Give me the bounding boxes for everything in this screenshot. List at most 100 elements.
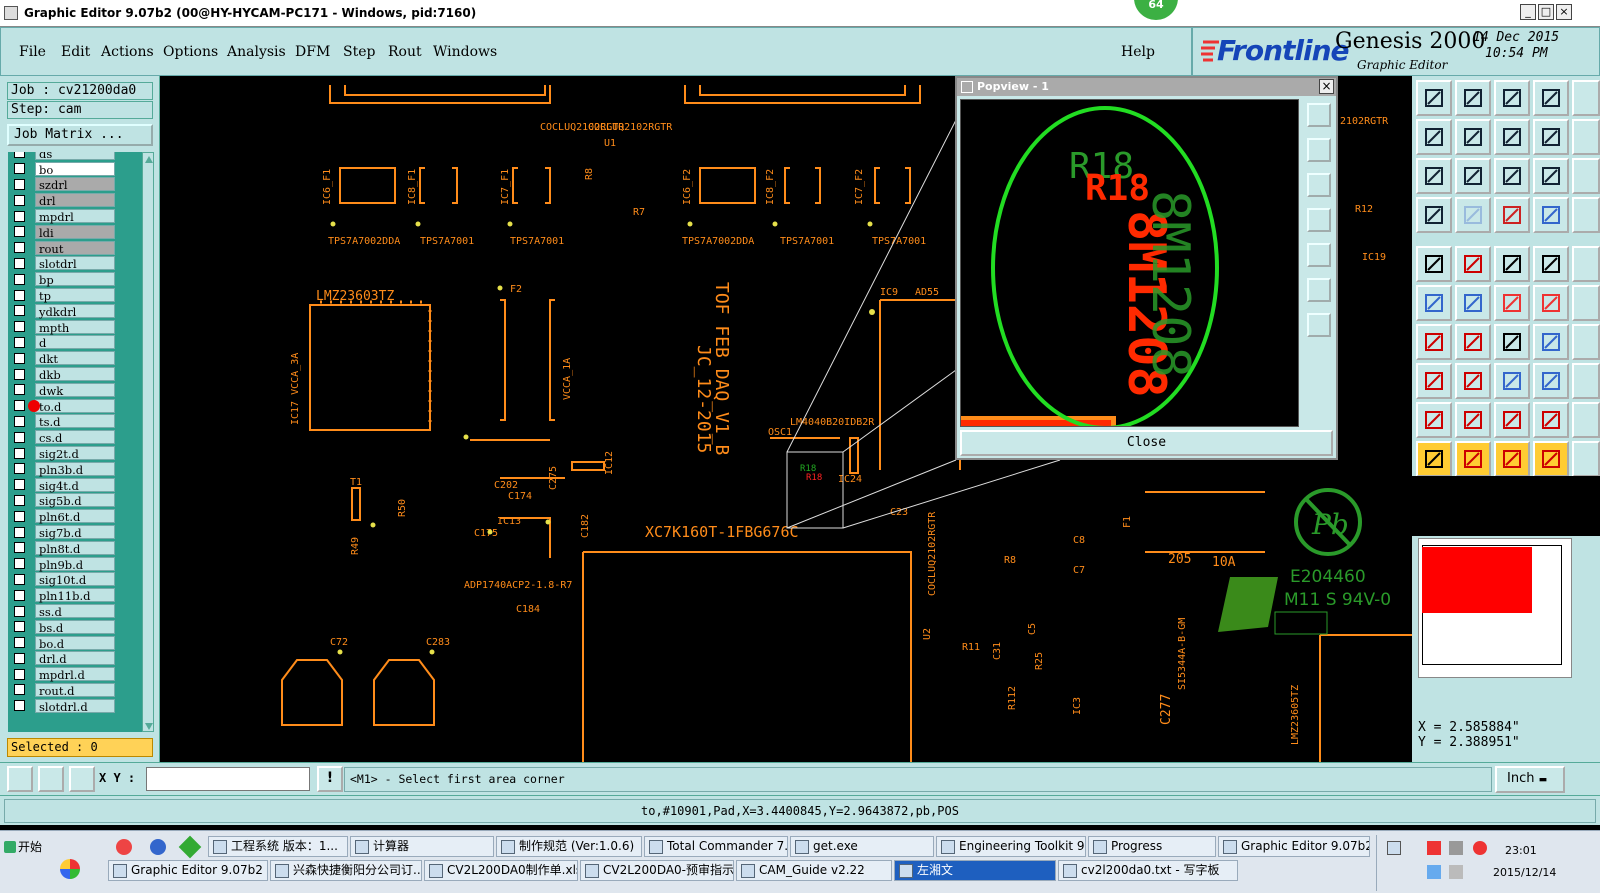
cursor-box2-icon[interactable] (1494, 441, 1530, 477)
menu-file[interactable]: File (19, 44, 46, 60)
tool-extra-icon[interactable] (1572, 402, 1600, 438)
layer-name[interactable]: pln11b.d (35, 588, 115, 603)
alert-icon[interactable]: ! (317, 766, 343, 792)
menu-edit[interactable]: Edit (61, 44, 90, 60)
layer-list-scrollbar[interactable] (142, 152, 154, 732)
tool-extra-icon[interactable] (1572, 197, 1600, 233)
layer-name[interactable]: ldi (35, 224, 115, 240)
layer-checkbox[interactable] (14, 321, 25, 333)
cluster-icon[interactable] (1533, 363, 1569, 399)
tray-app-icon[interactable] (1427, 841, 1441, 855)
app-quicklaunch-icon[interactable] (178, 835, 202, 859)
tool-extra-icon[interactable] (1572, 80, 1600, 116)
layer-row[interactable]: rout.d (8, 682, 142, 698)
layer-name[interactable]: rout (35, 240, 115, 256)
cursor-icon[interactable] (1416, 441, 1452, 477)
popview-close-x[interactable]: × (1319, 79, 1334, 94)
layer-name[interactable]: ss.d (35, 604, 115, 619)
bars-blue-icon[interactable] (1533, 197, 1569, 233)
taskbar-button[interactable]: Progress (1088, 836, 1216, 857)
layer-name[interactable]: bp (35, 272, 115, 287)
tool-extra-icon[interactable] (1572, 285, 1600, 321)
layer-name[interactable]: ts.d (35, 414, 115, 429)
maximize-button[interactable]: □ (1538, 4, 1554, 20)
help-icon[interactable] (1533, 158, 1569, 194)
split-icon[interactable] (1494, 119, 1530, 155)
layer-row[interactable]: drl.d (8, 651, 142, 666)
layer-name[interactable]: to.d (35, 398, 115, 414)
layer-name[interactable]: sig2t.d (35, 446, 115, 461)
tool-extra-icon[interactable] (1572, 363, 1600, 399)
bars-red-icon[interactable] (1494, 197, 1530, 233)
layer-checkbox[interactable] (14, 257, 25, 269)
layer-checkbox[interactable] (14, 336, 25, 348)
layer-checkbox[interactable] (14, 368, 25, 380)
layer-checkbox[interactable] (14, 526, 25, 538)
layer-checkbox[interactable] (14, 621, 25, 633)
minimize-button[interactable]: _ (1520, 4, 1536, 20)
layer-row[interactable]: dkt (8, 350, 142, 366)
split-cursor-icon[interactable] (1533, 441, 1569, 477)
layer-row[interactable]: rout (8, 240, 142, 256)
layer-checkbox[interactable] (14, 668, 25, 680)
popview-left-icon[interactable] (1307, 208, 1331, 232)
menu-rout[interactable]: Rout (388, 44, 422, 60)
layer-checkbox[interactable] (14, 194, 25, 206)
layer-name[interactable]: pln8t.d (35, 540, 115, 556)
triangle2-icon[interactable] (1455, 402, 1491, 438)
layer-row[interactable]: drl (8, 192, 142, 208)
overview-map[interactable] (1418, 538, 1572, 678)
home-down-icon[interactable] (1455, 80, 1491, 116)
ruler-box-icon[interactable] (1494, 363, 1530, 399)
layer-name[interactable]: bo (35, 161, 115, 177)
taskbar-button[interactable]: 左湘文 (894, 860, 1056, 881)
layer-name[interactable]: drl.d (35, 651, 115, 666)
layer-row[interactable]: sig4t.d (8, 477, 142, 493)
layer-checkbox[interactable] (14, 226, 25, 238)
taskbar-button[interactable]: Graphic Editor 9.07b2 ... (108, 860, 268, 881)
layer-name[interactable]: cs.d (35, 430, 115, 445)
layer-name[interactable]: dkt (35, 351, 115, 366)
layer-row[interactable]: sig7b.d (8, 524, 142, 540)
layer-checkbox[interactable] (14, 210, 25, 222)
tray-show-desktop-icon[interactable] (1387, 841, 1401, 855)
tool-extra-icon[interactable] (1572, 158, 1600, 194)
layer-checkbox[interactable] (14, 384, 25, 396)
a-shape2-icon[interactable] (1533, 402, 1569, 438)
layer-row[interactable]: to.d (8, 398, 142, 414)
grid-icon[interactable] (1455, 197, 1491, 233)
layer-row[interactable]: d (8, 335, 142, 350)
layer-name[interactable]: tp (35, 288, 115, 303)
taskbar-button[interactable]: Graphic Editor 9.07b2... (1218, 836, 1370, 857)
layer-name[interactable]: mpth (35, 319, 115, 335)
menu-analysis[interactable]: Analysis (227, 44, 286, 60)
tray-network-icon[interactable] (1449, 841, 1463, 855)
layer-name[interactable]: bs.d (35, 619, 115, 635)
home-icon[interactable] (1416, 80, 1452, 116)
snap-icon[interactable] (7, 766, 33, 792)
layer-checkbox[interactable] (14, 178, 25, 190)
house-icon[interactable] (1494, 80, 1530, 116)
layer-name[interactable]: pln9b.d (35, 556, 115, 572)
angle-icon[interactable] (38, 766, 64, 792)
layer-checkbox[interactable] (14, 273, 25, 285)
layer-row[interactable]: sig5b.d (8, 493, 142, 508)
a-shape-icon[interactable] (1494, 402, 1530, 438)
undo-icon[interactable] (1494, 324, 1530, 360)
layer-name[interactable]: dwk (35, 382, 115, 398)
cross-icon[interactable] (1455, 285, 1491, 321)
layer-checkbox[interactable] (14, 573, 25, 585)
fork-icon[interactable] (1533, 324, 1569, 360)
layer-checkbox[interactable] (14, 637, 25, 649)
tray-volume-icon[interactable] (1449, 865, 1463, 879)
popview-right-icon[interactable] (1307, 243, 1331, 267)
layer-checkbox[interactable] (14, 494, 25, 506)
ruler-icon[interactable] (1494, 246, 1530, 282)
taskbar-button[interactable]: 工程系统 版本：1... (208, 836, 348, 857)
layer-row[interactable]: ldi (8, 224, 142, 240)
layer-name[interactable]: rout.d (35, 682, 115, 698)
layer-row[interactable]: bs.d (8, 619, 142, 635)
angle-icon[interactable] (1416, 324, 1452, 360)
units-selector[interactable]: Inch ▬ (1495, 766, 1565, 793)
slash-icon[interactable] (1455, 324, 1491, 360)
